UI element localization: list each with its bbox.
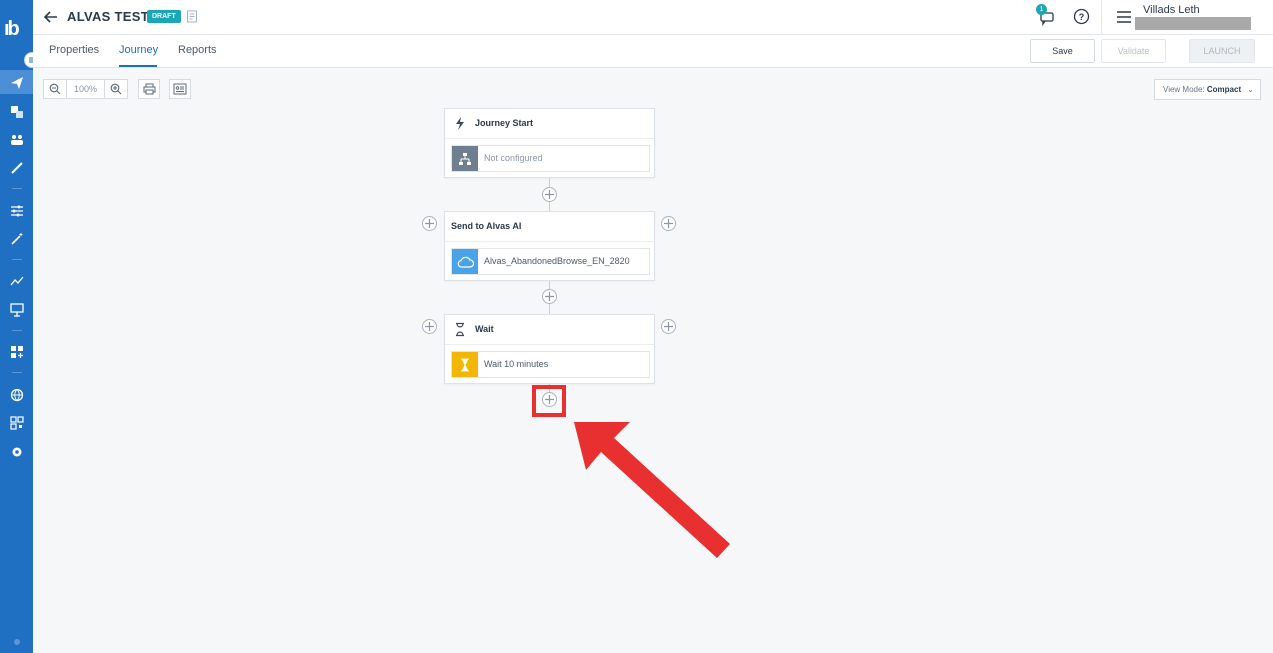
annotation-arrow-icon xyxy=(574,422,730,558)
chevron-down-icon: ⌄ xyxy=(1247,85,1254,94)
tab-journey[interactable]: Journey xyxy=(119,44,158,56)
settings-icon[interactable] xyxy=(9,444,24,459)
item-label: Not configured xyxy=(484,153,543,163)
validate-button[interactable]: Validate xyxy=(1101,39,1166,63)
wait-duration-item[interactable]: Wait 10 minutes xyxy=(451,351,650,378)
card-body: Not configured xyxy=(445,139,654,177)
send-icon[interactable] xyxy=(9,75,24,90)
hamburger-menu-icon[interactable] xyxy=(1116,10,1132,24)
help-icon[interactable]: ? xyxy=(1073,8,1090,25)
add-step-button[interactable] xyxy=(542,289,557,304)
zoom-level: 100% xyxy=(66,80,105,98)
card-header: Wait xyxy=(445,315,654,345)
send-node[interactable]: Send to Alvas AI Alvas_AbandonedBrowse_E… xyxy=(444,211,655,281)
status-dot xyxy=(14,639,20,645)
brush-icon[interactable] xyxy=(9,160,24,175)
card-body: Wait 10 minutes xyxy=(445,345,654,383)
card-title: Wait xyxy=(475,324,494,334)
wait-node[interactable]: Wait Wait 10 minutes xyxy=(444,314,655,384)
redacted-account-info xyxy=(1135,17,1251,30)
apps-icon[interactable] xyxy=(9,344,24,359)
sliders-icon[interactable] xyxy=(9,203,24,218)
page-title[interactable]: ALVAS TEST · xyxy=(67,9,158,24)
magic-wand-icon[interactable] xyxy=(9,231,24,246)
back-arrow-icon[interactable] xyxy=(43,9,59,25)
journey-subnav: Properties Journey Reports Save Validate… xyxy=(33,35,1273,68)
add-branch-left-button[interactable] xyxy=(422,216,437,231)
lightning-icon xyxy=(453,116,467,131)
active-tab-underline xyxy=(119,65,157,67)
status-badge: DRAFT xyxy=(147,10,181,23)
zoom-controls: 100% xyxy=(43,79,128,99)
contact-card-icon[interactable] xyxy=(169,79,191,99)
notification-count-badge: 1 xyxy=(1036,4,1047,15)
cloud-icon xyxy=(452,249,478,274)
hourglass-icon xyxy=(452,352,478,377)
add-step-button[interactable] xyxy=(542,187,557,202)
item-label: Wait 10 minutes xyxy=(484,359,549,369)
add-branch-right-button[interactable] xyxy=(661,319,676,334)
launch-button[interactable]: LAUNCH xyxy=(1189,39,1255,63)
card-header: Send to Alvas AI xyxy=(445,212,654,242)
tab-reports[interactable]: Reports xyxy=(178,44,217,56)
document-icon[interactable] xyxy=(186,10,198,23)
rail-divider xyxy=(12,372,22,373)
start-trigger-item[interactable]: Not configured xyxy=(451,145,650,172)
zoom-out-icon[interactable] xyxy=(44,80,66,98)
tab-properties[interactable]: Properties xyxy=(49,44,99,56)
user-menu[interactable]: Villads Leth xyxy=(1101,0,1273,35)
add-branch-right-button[interactable] xyxy=(661,216,676,231)
rail-divider xyxy=(12,330,22,331)
item-label: Alvas_AbandonedBrowse_EN_2820 xyxy=(484,256,630,266)
top-header: ALVAS TEST · DRAFT 1 ? Villads Leth xyxy=(33,0,1273,35)
app-logo[interactable]: ıb xyxy=(4,18,30,40)
journey-start-node[interactable]: Journey Start Not configured xyxy=(444,108,655,178)
hierarchy-icon xyxy=(452,146,478,171)
card-body: Alvas_AbandonedBrowse_EN_2820 xyxy=(445,242,654,280)
svg-text:?: ? xyxy=(1079,12,1085,22)
user-name: Villads Leth xyxy=(1143,4,1200,16)
card-title: Send to Alvas AI xyxy=(451,221,522,231)
rail-divider xyxy=(12,259,22,260)
add-branch-left-button[interactable] xyxy=(422,319,437,334)
hourglass-icon xyxy=(453,322,467,337)
print-icon[interactable] xyxy=(138,79,160,99)
presentation-icon[interactable] xyxy=(9,302,24,317)
analytics-icon[interactable] xyxy=(9,273,24,288)
send-target-item[interactable]: Alvas_AbandonedBrowse_EN_2820 xyxy=(451,248,650,275)
view-mode-select[interactable]: View Mode: Compact ⌄ xyxy=(1154,79,1261,100)
qr-code-icon[interactable] xyxy=(9,415,24,430)
rail-divider xyxy=(12,188,22,189)
zoom-in-icon[interactable] xyxy=(105,80,127,98)
pages-icon[interactable] xyxy=(9,104,24,119)
audience-icon[interactable] xyxy=(9,132,24,147)
card-title: Journey Start xyxy=(475,118,534,128)
card-header: Journey Start xyxy=(445,109,654,139)
save-button[interactable]: Save xyxy=(1030,39,1095,63)
left-nav-rail: ıb xyxy=(0,0,40,653)
globe-icon[interactable] xyxy=(9,387,24,402)
view-mode-label: View Mode: xyxy=(1163,85,1205,94)
view-mode-value: Compact xyxy=(1206,85,1242,94)
